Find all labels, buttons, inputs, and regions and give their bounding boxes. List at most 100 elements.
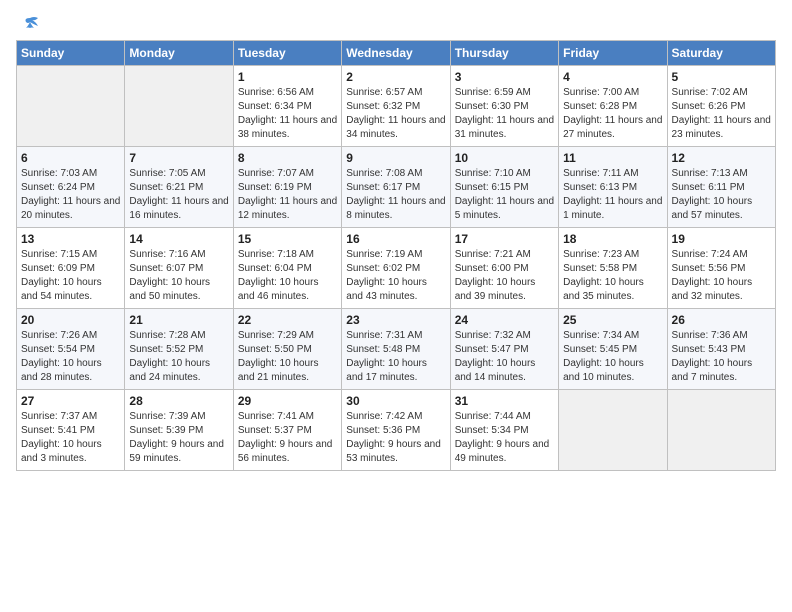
day-detail: Sunrise: 6:56 AMSunset: 6:34 PMDaylight:… bbox=[238, 86, 337, 142]
day-number: 9 bbox=[346, 151, 445, 165]
day-number: 2 bbox=[346, 70, 445, 84]
day-number: 27 bbox=[21, 394, 120, 408]
day-number: 16 bbox=[346, 232, 445, 246]
calendar-cell: 28 Sunrise: 7:39 AMSunset: 5:39 PMDayligh… bbox=[125, 390, 233, 471]
day-detail: Sunrise: 6:57 AMSunset: 6:32 PMDaylight:… bbox=[346, 86, 445, 142]
weekday-header-tuesday: Tuesday bbox=[233, 41, 341, 66]
calendar-cell: 30 Sunrise: 7:42 AMSunset: 5:36 PMDayligh… bbox=[342, 390, 450, 471]
day-detail: Sunrise: 7:24 AMSunset: 5:56 PMDaylight:… bbox=[672, 248, 771, 304]
calendar-cell bbox=[667, 390, 775, 471]
day-number: 19 bbox=[672, 232, 771, 246]
day-detail: Sunrise: 7:16 AMSunset: 6:07 PMDaylight:… bbox=[129, 248, 228, 304]
weekday-header-row: SundayMondayTuesdayWednesdayThursdayFrid… bbox=[17, 41, 776, 66]
day-number: 13 bbox=[21, 232, 120, 246]
day-number: 26 bbox=[672, 313, 771, 327]
logo bbox=[16, 16, 40, 34]
day-detail: Sunrise: 7:42 AMSunset: 5:36 PMDaylight:… bbox=[346, 410, 445, 466]
calendar-cell: 15 Sunrise: 7:18 AMSunset: 6:04 PMDayligh… bbox=[233, 228, 341, 309]
calendar-cell: 1 Sunrise: 6:56 AMSunset: 6:34 PMDaylight… bbox=[233, 66, 341, 147]
calendar-cell: 2 Sunrise: 6:57 AMSunset: 6:32 PMDaylight… bbox=[342, 66, 450, 147]
day-detail: Sunrise: 7:03 AMSunset: 6:24 PMDaylight:… bbox=[21, 167, 120, 223]
calendar-cell: 23 Sunrise: 7:31 AMSunset: 5:48 PMDayligh… bbox=[342, 309, 450, 390]
day-number: 29 bbox=[238, 394, 337, 408]
day-detail: Sunrise: 7:23 AMSunset: 5:58 PMDaylight:… bbox=[563, 248, 662, 304]
day-detail: Sunrise: 7:18 AMSunset: 6:04 PMDaylight:… bbox=[238, 248, 337, 304]
day-number: 25 bbox=[563, 313, 662, 327]
day-number: 24 bbox=[455, 313, 554, 327]
day-number: 8 bbox=[238, 151, 337, 165]
day-detail: Sunrise: 6:59 AMSunset: 6:30 PMDaylight:… bbox=[455, 86, 554, 142]
week-row-3: 13 Sunrise: 7:15 AMSunset: 6:09 PMDayligh… bbox=[17, 228, 776, 309]
calendar-cell: 26 Sunrise: 7:36 AMSunset: 5:43 PMDayligh… bbox=[667, 309, 775, 390]
day-detail: Sunrise: 7:07 AMSunset: 6:19 PMDaylight:… bbox=[238, 167, 337, 223]
day-detail: Sunrise: 7:29 AMSunset: 5:50 PMDaylight:… bbox=[238, 329, 337, 385]
day-detail: Sunrise: 7:37 AMSunset: 5:41 PMDaylight:… bbox=[21, 410, 120, 466]
day-detail: Sunrise: 7:21 AMSunset: 6:00 PMDaylight:… bbox=[455, 248, 554, 304]
calendar-cell: 21Sunrise: 7:28 AMSunset: 5:52 PMDayligh… bbox=[125, 309, 233, 390]
week-row-2: 6 Sunrise: 7:03 AMSunset: 6:24 PMDaylight… bbox=[17, 147, 776, 228]
day-number: 30 bbox=[346, 394, 445, 408]
week-row-5: 27 Sunrise: 7:37 AMSunset: 5:41 PMDayligh… bbox=[17, 390, 776, 471]
day-number: 6 bbox=[21, 151, 120, 165]
calendar-cell: 13 Sunrise: 7:15 AMSunset: 6:09 PMDayligh… bbox=[17, 228, 125, 309]
day-detail: Sunrise: 7:28 AMSunset: 5:52 PMDaylight:… bbox=[129, 329, 228, 385]
calendar-cell: 20 Sunrise: 7:26 AMSunset: 5:54 PMDayligh… bbox=[17, 309, 125, 390]
header bbox=[16, 16, 776, 34]
day-detail: Sunrise: 7:10 AMSunset: 6:15 PMDaylight:… bbox=[455, 167, 554, 223]
day-detail: Sunrise: 7:39 AMSunset: 5:39 PMDaylight:… bbox=[129, 410, 228, 466]
day-detail: Sunrise: 7:31 AMSunset: 5:48 PMDaylight:… bbox=[346, 329, 445, 385]
calendar-cell: 25Sunrise: 7:34 AMSunset: 5:45 PMDayligh… bbox=[559, 309, 667, 390]
day-number: 17 bbox=[455, 232, 554, 246]
calendar-cell: 10 Sunrise: 7:10 AMSunset: 6:15 PMDayligh… bbox=[450, 147, 558, 228]
calendar-table: SundayMondayTuesdayWednesdayThursdayFrid… bbox=[16, 40, 776, 471]
day-number: 14 bbox=[129, 232, 228, 246]
calendar-cell: 17 Sunrise: 7:21 AMSunset: 6:00 PMDayligh… bbox=[450, 228, 558, 309]
weekday-header-sunday: Sunday bbox=[17, 41, 125, 66]
day-detail: Sunrise: 7:13 AMSunset: 6:11 PMDaylight:… bbox=[672, 167, 771, 223]
day-number: 22 bbox=[238, 313, 337, 327]
calendar-cell: 19 Sunrise: 7:24 AMSunset: 5:56 PMDayligh… bbox=[667, 228, 775, 309]
calendar-cell: 9 Sunrise: 7:08 AMSunset: 6:17 PMDaylight… bbox=[342, 147, 450, 228]
weekday-header-friday: Friday bbox=[559, 41, 667, 66]
day-number: 12 bbox=[672, 151, 771, 165]
day-detail: Sunrise: 7:05 AMSunset: 6:21 PMDaylight:… bbox=[129, 167, 228, 223]
calendar-cell: 31Sunrise: 7:44 AMSunset: 5:34 PMDayligh… bbox=[450, 390, 558, 471]
weekday-header-saturday: Saturday bbox=[667, 41, 775, 66]
calendar-cell bbox=[17, 66, 125, 147]
calendar-container: SundayMondayTuesdayWednesdayThursdayFrid… bbox=[0, 0, 792, 481]
day-detail: Sunrise: 7:19 AMSunset: 6:02 PMDaylight:… bbox=[346, 248, 445, 304]
day-number: 31 bbox=[455, 394, 554, 408]
calendar-cell: 11 Sunrise: 7:11 AMSunset: 6:13 PMDayligh… bbox=[559, 147, 667, 228]
day-detail: Sunrise: 7:08 AMSunset: 6:17 PMDaylight:… bbox=[346, 167, 445, 223]
calendar-cell: 6 Sunrise: 7:03 AMSunset: 6:24 PMDaylight… bbox=[17, 147, 125, 228]
day-detail: Sunrise: 7:02 AMSunset: 6:26 PMDaylight:… bbox=[672, 86, 771, 142]
week-row-1: 1 Sunrise: 6:56 AMSunset: 6:34 PMDaylight… bbox=[17, 66, 776, 147]
day-number: 1 bbox=[238, 70, 337, 84]
day-number: 5 bbox=[672, 70, 771, 84]
day-detail: Sunrise: 7:32 AMSunset: 5:47 PMDaylight:… bbox=[455, 329, 554, 385]
calendar-cell: 12 Sunrise: 7:13 AMSunset: 6:11 PMDayligh… bbox=[667, 147, 775, 228]
calendar-cell: 29 Sunrise: 7:41 AMSunset: 5:37 PMDayligh… bbox=[233, 390, 341, 471]
calendar-cell: 22 Sunrise: 7:29 AMSunset: 5:50 PMDayligh… bbox=[233, 309, 341, 390]
calendar-cell: 4Sunrise: 7:00 AMSunset: 6:28 PMDaylight… bbox=[559, 66, 667, 147]
logo-bird-icon bbox=[18, 16, 40, 34]
day-detail: Sunrise: 7:15 AMSunset: 6:09 PMDaylight:… bbox=[21, 248, 120, 304]
day-detail: Sunrise: 7:11 AMSunset: 6:13 PMDaylight:… bbox=[563, 167, 662, 223]
day-detail: Sunrise: 7:36 AMSunset: 5:43 PMDaylight:… bbox=[672, 329, 771, 385]
calendar-cell: 3Sunrise: 6:59 AMSunset: 6:30 PMDaylight… bbox=[450, 66, 558, 147]
calendar-cell: 24 Sunrise: 7:32 AMSunset: 5:47 PMDayligh… bbox=[450, 309, 558, 390]
day-number: 15 bbox=[238, 232, 337, 246]
day-detail: Sunrise: 7:41 AMSunset: 5:37 PMDaylight:… bbox=[238, 410, 337, 466]
calendar-cell: 27 Sunrise: 7:37 AMSunset: 5:41 PMDayligh… bbox=[17, 390, 125, 471]
day-number: 10 bbox=[455, 151, 554, 165]
weekday-header-wednesday: Wednesday bbox=[342, 41, 450, 66]
day-number: 20 bbox=[21, 313, 120, 327]
calendar-cell bbox=[559, 390, 667, 471]
day-detail: Sunrise: 7:26 AMSunset: 5:54 PMDaylight:… bbox=[21, 329, 120, 385]
day-number: 28 bbox=[129, 394, 228, 408]
day-number: 4 bbox=[563, 70, 662, 84]
day-number: 23 bbox=[346, 313, 445, 327]
day-number: 11 bbox=[563, 151, 662, 165]
calendar-cell: 14 Sunrise: 7:16 AMSunset: 6:07 PMDayligh… bbox=[125, 228, 233, 309]
weekday-header-thursday: Thursday bbox=[450, 41, 558, 66]
